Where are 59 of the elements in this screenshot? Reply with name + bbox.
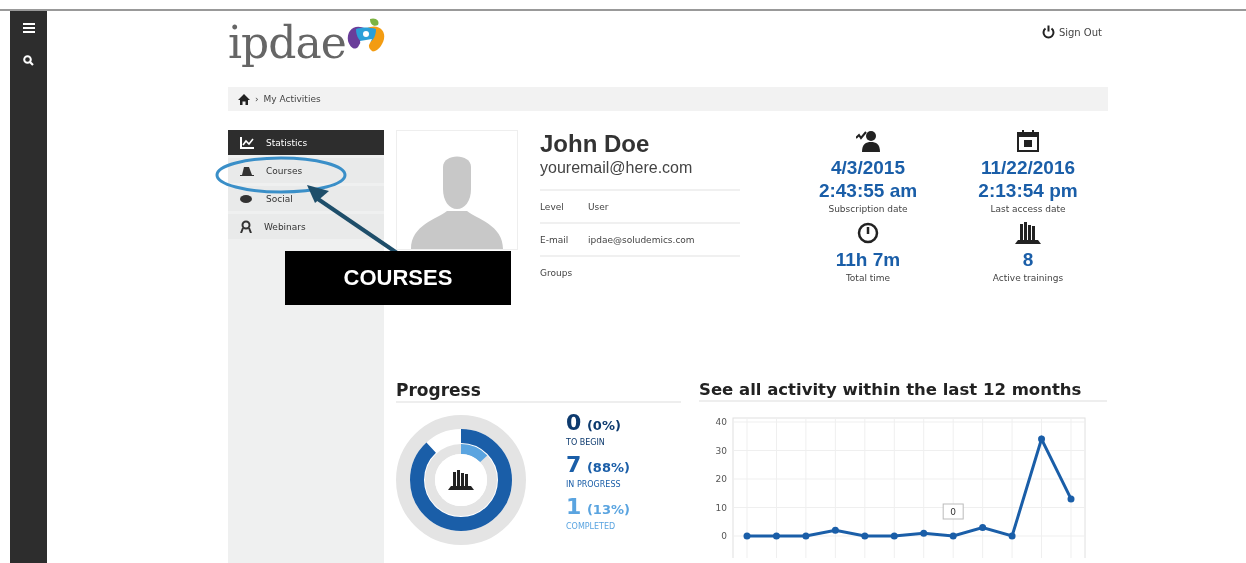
sign-out-link[interactable]: Sign Out [1041,25,1102,39]
stat-value: 4/3/2015 2:43:55 am [818,156,918,202]
search-icon[interactable] [23,55,34,66]
user-check-icon [856,130,880,152]
stat-value: 11h 7m [835,248,901,271]
progress-label: TO BEGIN [566,438,606,447]
menu-item[interactable]: Statistics [228,130,384,155]
calendar-icon [1017,130,1039,152]
data-point [1008,532,1016,540]
section-title: See all activity within the last 12 months [699,380,1107,402]
user-email: youremail@here.com [540,159,694,177]
field-value: ipdae@soludemics.com [588,234,695,245]
data-point [802,532,810,540]
menu-icon[interactable] [22,23,35,33]
stat-label: Total time [845,273,891,283]
axis-tick-label: 40 [715,417,727,427]
menu-item[interactable]: Webinars [228,214,384,239]
progress-count: 1 (13%) [566,495,630,521]
axis-tick-label: 0 [721,531,727,541]
data-point [743,532,751,540]
field-value: User [588,201,609,212]
stat-label: Last access date [990,204,1066,214]
data-point [861,532,869,540]
field-label: E-mail [540,234,570,245]
breadcrumb-separator: › [255,94,259,104]
tooltip: 0 [942,503,964,520]
award-icon [240,220,252,233]
logo-text: ipdae [228,17,346,69]
menu-item[interactable]: Courses [228,158,384,183]
data-point [949,532,957,540]
data-point [772,532,780,540]
data-point [831,526,839,534]
data-point [920,529,928,537]
home-icon[interactable] [238,93,250,105]
data-point [1038,435,1046,443]
stat-value: 11/22/2016 2:13:54 pm [978,156,1078,202]
data-point [979,523,987,531]
books-icon [1015,222,1041,244]
power-icon [1041,25,1055,39]
axis-tick-label: 30 [715,445,727,456]
progress-label: COMPLETED [566,522,617,531]
annotation-label: COURSES [285,251,511,305]
data-point [1067,495,1075,503]
section-title: Progress [396,380,681,403]
field-label: Groups [540,267,574,278]
user-name: John Doe [540,130,651,158]
progress-count: 7 (88%) [566,453,630,479]
stat-label: Subscription date [828,204,908,214]
clock-icon [857,222,879,244]
data-point [890,532,898,540]
field-label: Level [540,201,565,212]
stat-label: Active trainings [992,273,1064,283]
progress-count: 0 (0%) [566,411,622,437]
stat-value: 8 [1022,248,1034,271]
breadcrumb-item[interactable]: My Activities [263,94,321,104]
progress-label: IN PROGRESS [566,480,622,489]
chart-icon [240,136,254,149]
axis-tick-label: 20 [715,474,727,484]
axis-tick-label: 10 [715,502,727,513]
